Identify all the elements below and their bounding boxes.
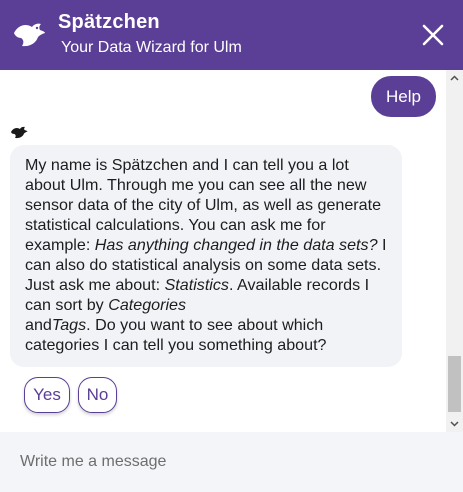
bot-text: and bbox=[25, 316, 52, 334]
close-icon[interactable] bbox=[420, 22, 446, 48]
bot-example-question: Has anything changed in the data sets? bbox=[94, 236, 378, 254]
bot-message-bubble: My name is Spätzchen and I can tell you … bbox=[10, 145, 402, 367]
chat-header: Spätzchen Your Data Wizard for Ulm bbox=[0, 0, 463, 70]
scroll-down-arrow-icon[interactable] bbox=[446, 416, 463, 432]
bot-keyword-statistics: Statistics bbox=[164, 276, 229, 294]
chat-subtitle: Your Data Wizard for Ulm bbox=[61, 39, 242, 56]
chat-title: Spätzchen bbox=[58, 11, 160, 33]
message-input-bar bbox=[0, 432, 463, 492]
chat-scrollbar[interactable] bbox=[446, 70, 463, 432]
quick-reply-yes-button[interactable]: Yes bbox=[24, 377, 70, 413]
quick-reply-no-button[interactable]: No bbox=[78, 377, 117, 413]
scrollbar-thumb[interactable] bbox=[448, 356, 461, 412]
user-message-bubble: Help bbox=[371, 76, 436, 117]
message-input[interactable] bbox=[0, 432, 463, 492]
scroll-up-arrow-icon[interactable] bbox=[446, 70, 463, 86]
bot-keyword-categories: Categories bbox=[108, 296, 187, 314]
bot-keyword-tags: Tags bbox=[51, 316, 87, 334]
chat-messages[interactable]: Help My name is Spätzchen and I can tell… bbox=[0, 70, 446, 432]
bot-avatar-bird-icon bbox=[11, 126, 28, 139]
bird-icon bbox=[14, 23, 45, 47]
